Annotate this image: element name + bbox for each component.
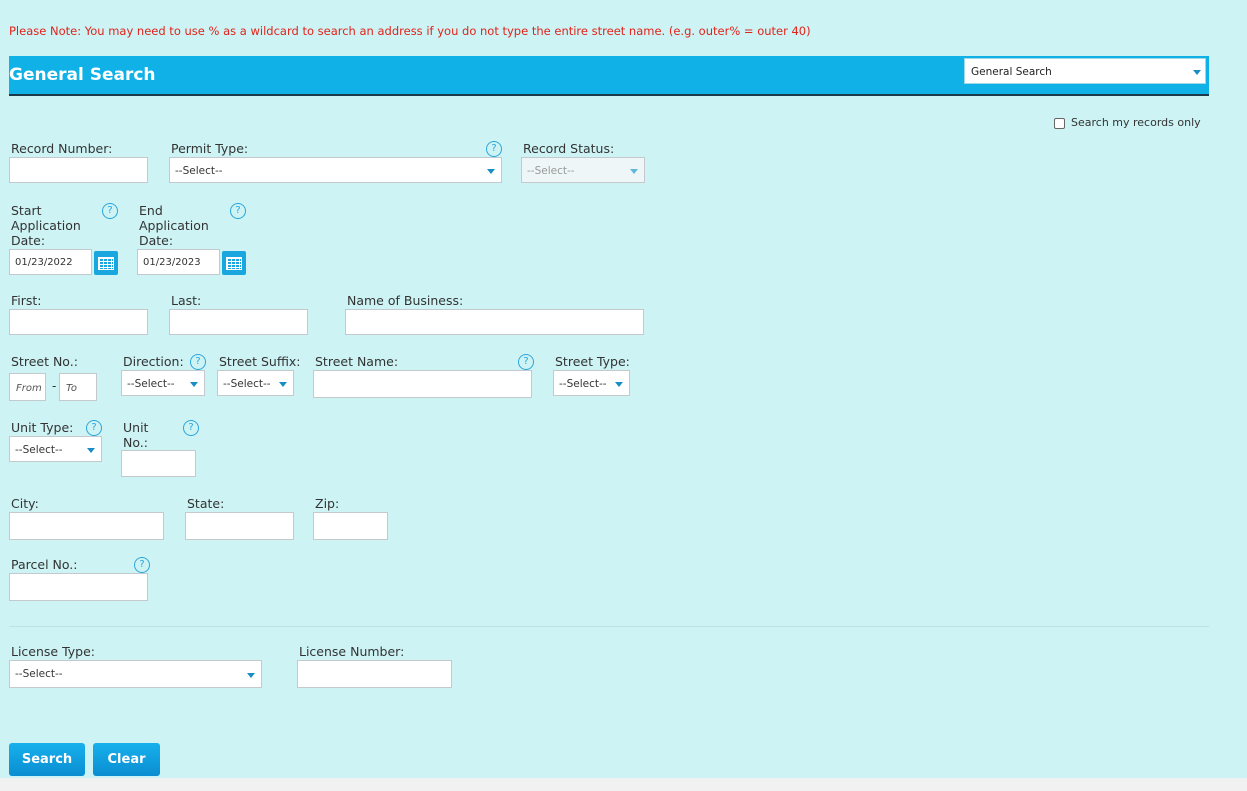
street-no-from-input[interactable]: From: [9, 373, 46, 401]
street-no-to-input[interactable]: To: [59, 373, 97, 401]
permit-type-select[interactable]: --Select--: [169, 157, 502, 183]
street-no-to-placeholder: To: [66, 383, 77, 394]
search-button[interactable]: Search: [9, 743, 85, 776]
zip-label: Zip:: [315, 496, 340, 511]
direction-select[interactable]: --Select--: [121, 370, 205, 396]
last-name-input[interactable]: [169, 309, 308, 335]
end-date-label-line: End: [139, 203, 163, 218]
end-date-calendar-icon[interactable]: [222, 251, 246, 275]
start-date-label-line: Application: [11, 218, 81, 233]
search-type-select[interactable]: General Search: [964, 58, 1206, 84]
state-input[interactable]: [185, 512, 294, 540]
record-number-input[interactable]: [9, 157, 148, 183]
business-name-label: Name of Business:: [347, 293, 464, 308]
chevron-down-icon: [279, 382, 287, 387]
street-name-label: Street Name:: [315, 354, 399, 369]
street-name-input[interactable]: [313, 370, 532, 398]
unit-no-label-line: No.:: [123, 435, 148, 450]
end-date-label: End Application Date:: [139, 203, 209, 248]
unit-no-input[interactable]: [121, 450, 196, 477]
street-suffix-value: --Select--: [223, 378, 271, 390]
end-date-label-line: Date:: [139, 233, 174, 248]
direction-help-icon[interactable]: ?: [190, 354, 206, 370]
unit-type-help-icon[interactable]: ?: [86, 420, 102, 436]
clear-button[interactable]: Clear: [93, 743, 160, 776]
first-name-label: First:: [11, 293, 42, 308]
parcel-no-help-icon[interactable]: ?: [134, 557, 150, 573]
unit-type-label: Unit Type:: [11, 420, 74, 435]
page-footer-strip: [0, 778, 1247, 791]
unit-no-label: Unit No.:: [123, 420, 148, 450]
parcel-no-label: Parcel No.:: [11, 557, 78, 572]
street-type-label: Street Type:: [555, 354, 630, 369]
chevron-down-icon: [487, 169, 495, 174]
direction-label: Direction:: [123, 354, 184, 369]
start-date-label: Start Application Date:: [11, 203, 81, 248]
record-status-value: --Select--: [527, 165, 575, 177]
my-records-label: Search my records only: [1071, 116, 1201, 129]
permit-type-help-icon[interactable]: ?: [486, 141, 502, 157]
chevron-down-icon: [630, 169, 638, 174]
license-type-value: --Select--: [15, 668, 63, 680]
start-date-calendar-icon[interactable]: [94, 251, 118, 275]
start-date-input[interactable]: 01/23/2022: [9, 249, 92, 275]
start-date-label-line: Date:: [11, 233, 46, 248]
my-records-checkbox[interactable]: [1054, 118, 1065, 129]
end-date-help-icon[interactable]: ?: [230, 203, 246, 219]
chevron-down-icon: [615, 382, 623, 387]
street-suffix-label: Street Suffix:: [219, 354, 301, 369]
search-header: General Search General Search: [9, 56, 1209, 96]
unit-no-label-line: Unit: [123, 420, 149, 435]
permit-type-value: --Select--: [175, 165, 223, 177]
chevron-down-icon: [247, 673, 255, 678]
last-name-label: Last:: [171, 293, 202, 308]
city-label: City:: [11, 496, 39, 511]
street-suffix-select[interactable]: --Select--: [217, 370, 294, 396]
wildcard-note: Please Note: You may need to use % as a …: [9, 24, 811, 38]
license-number-input[interactable]: [297, 660, 452, 688]
street-type-value: --Select--: [559, 378, 607, 390]
start-date-value: 01/23/2022: [15, 257, 73, 268]
end-date-input[interactable]: 01/23/2023: [137, 249, 220, 275]
start-date-label-line: Start: [11, 203, 42, 218]
business-name-input[interactable]: [345, 309, 644, 335]
first-name-input[interactable]: [9, 309, 148, 335]
license-number-label: License Number:: [299, 644, 405, 659]
unit-no-help-icon[interactable]: ?: [183, 420, 199, 436]
search-type-value: General Search: [971, 66, 1052, 78]
unit-type-value: --Select--: [15, 444, 63, 456]
chevron-down-icon: [87, 448, 95, 453]
license-type-select[interactable]: --Select--: [9, 660, 262, 688]
street-no-from-placeholder: From: [16, 383, 42, 394]
street-no-range-dash: -: [52, 379, 57, 393]
start-date-help-icon[interactable]: ?: [102, 203, 118, 219]
permit-type-label: Permit Type:: [171, 141, 249, 156]
chevron-down-icon: [1193, 70, 1201, 75]
record-number-label: Record Number:: [11, 141, 113, 156]
parcel-no-input[interactable]: [9, 573, 148, 601]
direction-value: --Select--: [127, 378, 175, 390]
record-status-select[interactable]: --Select--: [521, 157, 645, 183]
section-divider: [9, 626, 1209, 627]
city-input[interactable]: [9, 512, 164, 540]
end-date-label-line: Application: [139, 218, 209, 233]
state-label: State:: [187, 496, 225, 511]
license-type-label: License Type:: [11, 644, 96, 659]
chevron-down-icon: [190, 382, 198, 387]
unit-type-select[interactable]: --Select--: [9, 436, 102, 462]
street-type-select[interactable]: --Select--: [553, 370, 630, 396]
street-name-help-icon[interactable]: ?: [518, 354, 534, 370]
end-date-value: 01/23/2023: [143, 257, 201, 268]
page-title: General Search: [9, 65, 156, 85]
record-status-label: Record Status:: [523, 141, 615, 156]
street-no-label: Street No.:: [11, 354, 78, 369]
zip-input[interactable]: [313, 512, 388, 540]
